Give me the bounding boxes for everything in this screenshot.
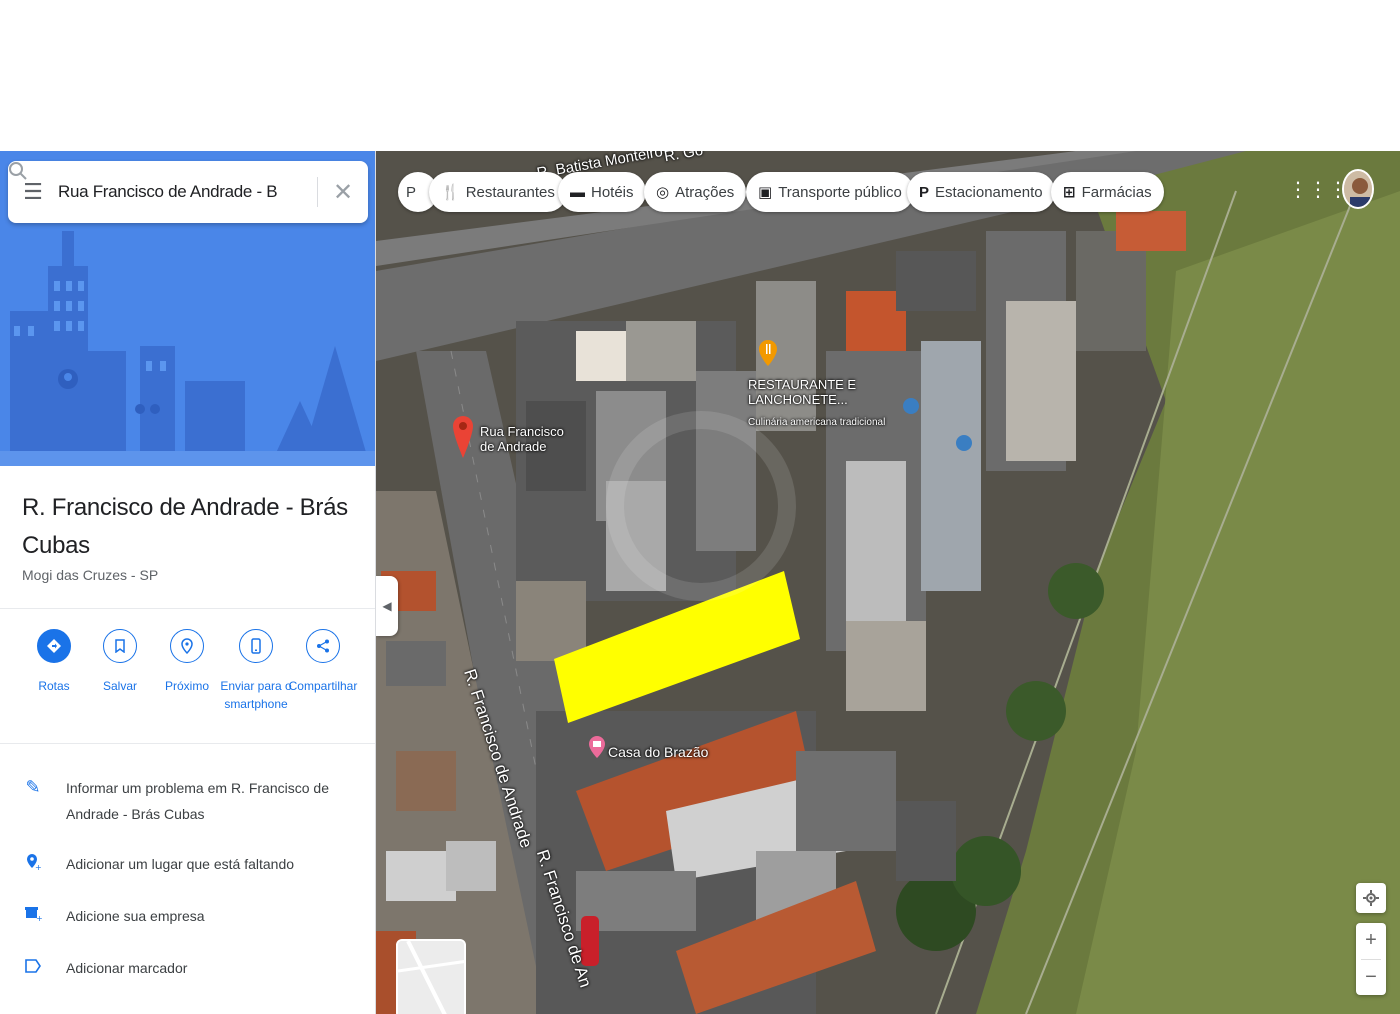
chip-transit[interactable]: ▣ Transporte público bbox=[746, 172, 914, 212]
share-button[interactable]: Compartilhar bbox=[288, 629, 358, 695]
directions-label: Rotas bbox=[38, 679, 70, 693]
bookmark-icon bbox=[103, 629, 137, 663]
report-problem-item[interactable]: ✎ Informar um problema em R. Francisco d… bbox=[0, 775, 375, 827]
highlighted-lot bbox=[554, 571, 800, 723]
poi-label: Casa do Brazão bbox=[608, 744, 709, 760]
action-buttons: Rotas Salvar Próximo Enviar para o smart… bbox=[20, 629, 365, 729]
zoom-out-button[interactable]: − bbox=[1365, 959, 1377, 995]
svg-text:+: + bbox=[36, 914, 42, 921]
chip-hotels[interactable]: ▬ Hotéis bbox=[558, 172, 646, 212]
place-title: R. Francisco de Andrade - Brás Cubas bbox=[22, 494, 348, 559]
satellite-map[interactable]: R. Batista Monteiro R. Go R. Francisco d… bbox=[376, 151, 1400, 1014]
chip-parking[interactable]: P Estacionamento bbox=[907, 172, 1055, 212]
hero-illustration: ☰ Rua Francisco de Andrade - Brás ✕ bbox=[0, 151, 375, 466]
apps-grid-icon[interactable]: ⋮⋮⋮ bbox=[1288, 177, 1348, 201]
add-business-label: Adicione sua empresa bbox=[66, 908, 205, 924]
chip-restaurants[interactable]: 🍴 Restaurantes bbox=[429, 172, 567, 212]
my-location-icon[interactable] bbox=[1356, 883, 1386, 913]
add-missing-place-item[interactable]: + Adicionar um lugar que está faltando bbox=[0, 851, 375, 877]
restaurant-name: RESTAURANTE E LANCHONETE... bbox=[748, 377, 857, 407]
nearby-button[interactable]: Próximo bbox=[153, 629, 221, 695]
search-icon[interactable] bbox=[9, 161, 317, 223]
directions-icon bbox=[37, 629, 71, 663]
add-missing-place-label: Adicionar um lugar que está faltando bbox=[66, 856, 295, 872]
chip-attractions[interactable]: ◎ Atrações bbox=[644, 172, 747, 212]
collapse-panel-button[interactable]: ◀ bbox=[376, 576, 398, 636]
add-place-icon: + bbox=[0, 851, 66, 876]
pencil-icon: ✎ bbox=[25, 777, 41, 797]
chip-pharmacies-label: Farmácias bbox=[1081, 183, 1152, 201]
chip-partial-label: P bbox=[406, 183, 417, 201]
parking-icon: P bbox=[919, 183, 930, 201]
transit-icon: ▣ bbox=[758, 184, 773, 201]
svg-text:+: + bbox=[35, 863, 41, 871]
place-subtitle: Mogi das Cruzes - SP bbox=[22, 567, 159, 583]
share-icon bbox=[306, 629, 340, 663]
chip-transit-label: Transporte público bbox=[778, 183, 902, 201]
search-input[interactable]: Rua Francisco de Andrade - Brás bbox=[58, 182, 277, 202]
report-problem-label: Informar um problema em R. Francisco de … bbox=[66, 780, 329, 822]
chip-attractions-label: Atrações bbox=[675, 183, 735, 201]
pin-label: Rua Francisco de Andrade bbox=[480, 424, 564, 454]
side-panel: ☰ Rua Francisco de Andrade - Brás ✕ R. F… bbox=[0, 151, 376, 1014]
restaurant-icon: 🍴 bbox=[441, 184, 460, 201]
layers-toggle[interactable] bbox=[396, 939, 466, 1014]
nearby-icon bbox=[170, 629, 204, 663]
save-button[interactable]: Salvar bbox=[86, 629, 154, 695]
chip-pharmacies[interactable]: ⊞ Farmácias bbox=[1051, 172, 1164, 212]
location-pin-icon[interactable] bbox=[452, 415, 474, 464]
chip-hotels-label: Hotéis bbox=[591, 183, 634, 201]
chip-parking-label: Estacionamento bbox=[935, 183, 1043, 201]
share-label: Compartilhar bbox=[288, 679, 358, 693]
add-label-item[interactable]: Adicionar marcador bbox=[0, 955, 375, 981]
nearby-label: Próximo bbox=[164, 679, 209, 693]
watermark-logo bbox=[606, 411, 796, 601]
store-icon: + bbox=[0, 903, 66, 926]
phone-icon bbox=[239, 629, 273, 663]
send-to-phone-label: Enviar para o smartphone bbox=[220, 679, 292, 711]
label-icon bbox=[0, 955, 66, 978]
restaurant-category: Culinária americana tradicional bbox=[748, 417, 886, 428]
close-icon[interactable]: ✕ bbox=[318, 161, 368, 223]
pharmacy-icon: ⊞ bbox=[1063, 184, 1076, 201]
save-label: Salvar bbox=[102, 679, 137, 693]
add-business-item[interactable]: + Adicione sua empresa bbox=[0, 903, 375, 929]
top-blank-area bbox=[0, 0, 1400, 151]
zoom-in-button[interactable]: + bbox=[1365, 923, 1377, 959]
maps-app: ☰ Rua Francisco de Andrade - Brás ✕ R. F… bbox=[0, 151, 1400, 1014]
hotel-icon: ▬ bbox=[570, 183, 585, 201]
add-label-label: Adicionar marcador bbox=[66, 960, 188, 976]
chip-restaurants-label: Restaurantes bbox=[465, 183, 555, 201]
avatar[interactable] bbox=[1342, 169, 1374, 209]
divider bbox=[0, 743, 375, 744]
attractions-icon: ◎ bbox=[656, 184, 670, 201]
zoom-controls: + − bbox=[1356, 923, 1386, 995]
directions-button[interactable]: Rotas bbox=[20, 629, 88, 695]
restaurant-pin-icon[interactable] bbox=[758, 339, 778, 372]
search-box[interactable]: ☰ Rua Francisco de Andrade - Brás ✕ bbox=[8, 161, 368, 223]
store-pin-icon[interactable] bbox=[588, 735, 606, 764]
divider bbox=[0, 608, 375, 609]
send-to-phone-button[interactable]: Enviar para o smartphone bbox=[220, 629, 292, 713]
